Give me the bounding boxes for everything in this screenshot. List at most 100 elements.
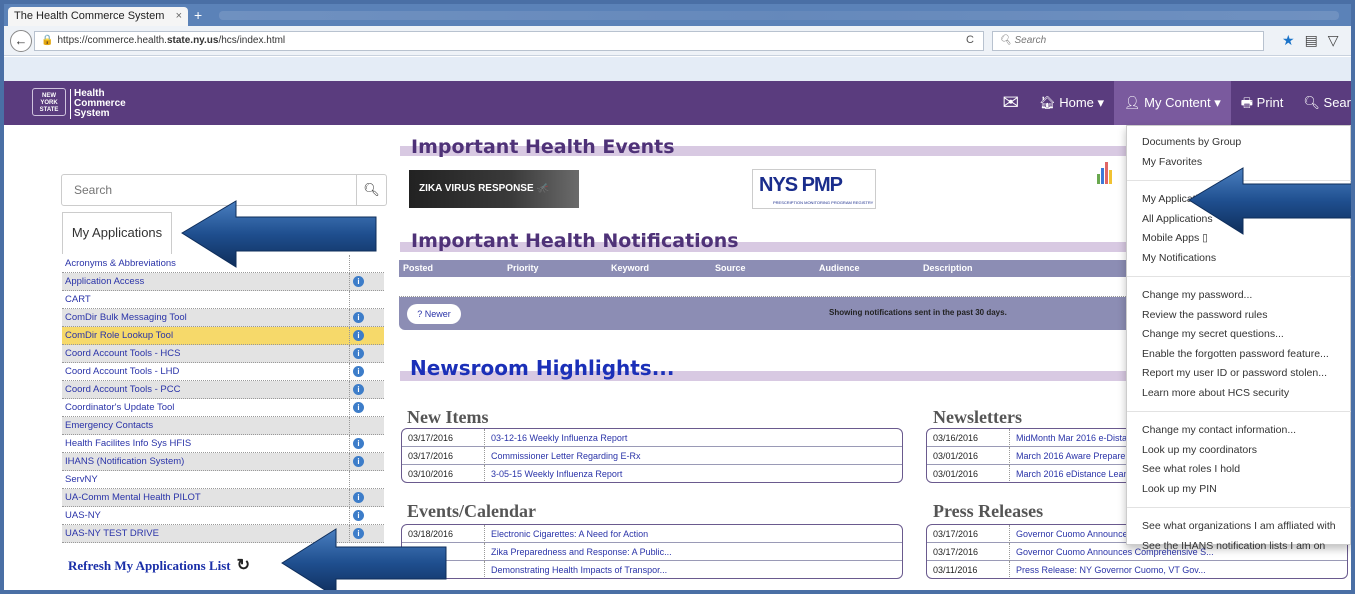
- zika-banner[interactable]: ZIKA VIRUS RESPONSE 🦟: [409, 170, 579, 208]
- app-link[interactable]: Emergency Contacts: [65, 420, 153, 431]
- app-link[interactable]: IHANS (Notification System): [65, 456, 184, 467]
- col-description[interactable]: Description: [919, 260, 1119, 277]
- nav-my-content[interactable]: 👤︎ My Content ▾: [1114, 81, 1231, 125]
- menu-item[interactable]: Look up my coordinators: [1142, 444, 1257, 456]
- app-link[interactable]: CART: [65, 294, 91, 305]
- app-link[interactable]: ComDir Role Lookup Tool: [65, 330, 173, 341]
- col-posted[interactable]: Posted: [399, 260, 503, 277]
- list-item[interactable]: Application Access i: [62, 273, 384, 291]
- back-button[interactable]: ←: [10, 30, 32, 52]
- info-icon[interactable]: i: [353, 384, 364, 395]
- app-link[interactable]: ComDir Bulk Messaging Tool: [65, 312, 187, 323]
- nav-search[interactable]: 🔍︎ Sear: [1293, 81, 1351, 125]
- row-link[interactable]: Commissioner Letter Regarding E-Rx: [484, 447, 641, 465]
- list-item[interactable]: Coordinator's Update Tool i: [62, 399, 384, 417]
- info-icon[interactable]: i: [353, 348, 364, 359]
- list-item[interactable]: CART: [62, 291, 384, 309]
- menu-item[interactable]: Change my contact information...: [1142, 424, 1296, 436]
- menu-item[interactable]: My Notifications: [1142, 252, 1216, 264]
- list-item[interactable]: ComDir Role Lookup Tool i: [62, 327, 384, 345]
- app-link[interactable]: Coord Account Tools - HCS: [65, 348, 180, 359]
- url-domain: state.ny.us: [166, 35, 219, 46]
- browser-tab[interactable]: The Health Commerce System ×: [8, 7, 188, 26]
- row-date: 03/16/2016: [933, 433, 979, 443]
- nys-pmp-banner[interactable]: NYS PMP PRESCRIPTION MONITORING PROGRAM …: [752, 169, 876, 209]
- info-icon[interactable]: i: [353, 366, 364, 377]
- app-link[interactable]: Coordinator's Update Tool: [65, 402, 174, 413]
- list-item[interactable]: Coord Account Tools - HCS i: [62, 345, 384, 363]
- info-icon[interactable]: i: [353, 402, 364, 413]
- col-keyword[interactable]: Keyword: [607, 260, 711, 277]
- list-item[interactable]: Coord Account Tools - PCC i: [62, 381, 384, 399]
- address-bar[interactable]: 🔒 https://commerce.health.state.ny.us/hcs…: [34, 31, 984, 51]
- nav-print[interactable]: 🖶 Print: [1231, 81, 1294, 125]
- app-link[interactable]: UAS-NY: [65, 510, 101, 521]
- row-link[interactable]: Demonstrating Health Impacts of Transpor…: [484, 561, 667, 578]
- app-link[interactable]: Health Facilites Info Sys HFIS: [65, 438, 191, 449]
- new-tab-button[interactable]: +: [194, 7, 202, 23]
- app-link[interactable]: UA-Comm Mental Health PILOT: [65, 492, 201, 503]
- menu-item[interactable]: Enable the forgotten password feature...: [1142, 348, 1329, 360]
- menu-item[interactable]: Change my password...: [1142, 289, 1252, 301]
- list-item[interactable]: UA-Comm Mental Health PILOT i: [62, 489, 384, 507]
- list-item[interactable]: IHANS (Notification System) i: [62, 453, 384, 471]
- list-item[interactable]: ServNY: [62, 471, 384, 489]
- refresh-applications-link[interactable]: Refresh My Applications List ↻: [68, 555, 250, 575]
- list-item[interactable]: Emergency Contacts: [62, 417, 384, 435]
- tab-close-icon[interactable]: ×: [176, 7, 182, 26]
- search-icon: 🔍︎: [999, 35, 1015, 46]
- notifications-table: Posted Priority Keyword Source Audience …: [399, 260, 1132, 330]
- chart-bar: [1105, 162, 1108, 184]
- lock-icon: 🔒: [41, 35, 54, 46]
- info-icon[interactable]: i: [353, 312, 364, 323]
- row-link[interactable]: MidMonth Mar 2016 e-Distar: [1009, 429, 1130, 447]
- app-link[interactable]: Acronyms & Abbreviations: [65, 258, 176, 269]
- browser-search-input[interactable]: 🔍︎ Search: [992, 31, 1264, 51]
- info-icon[interactable]: i: [353, 330, 364, 341]
- pocket-icon[interactable]: ▽: [1328, 32, 1339, 48]
- list-item[interactable]: Health Facilites Info Sys HFIS i: [62, 435, 384, 453]
- row-link[interactable]: Zika Preparedness and Response: A Public…: [484, 543, 672, 561]
- envelope-icon[interactable]: ✉: [992, 81, 1029, 125]
- nav-home[interactable]: 🏠︎ Home ▾: [1029, 81, 1114, 125]
- list-item[interactable]: Coord Account Tools - LHD i: [62, 363, 384, 381]
- row-link[interactable]: 03-12-16 Weekly Influenza Report: [484, 429, 627, 447]
- events-title: Important Health Events: [411, 136, 675, 158]
- col-source[interactable]: Source: [711, 260, 815, 277]
- row-link[interactable]: March 2016 Aware Prepare I: [1009, 447, 1130, 465]
- menu-item[interactable]: See what roles I hold: [1142, 463, 1240, 475]
- app-link[interactable]: UAS-NY TEST DRIVE: [65, 528, 159, 539]
- menu-item[interactable]: Learn more about HCS security: [1142, 387, 1289, 399]
- row-link[interactable]: 3-05-15 Weekly Influenza Report: [484, 465, 622, 482]
- row-link[interactable]: Press Release: NY Governor Cuomo, VT Gov…: [1009, 561, 1206, 578]
- app-link[interactable]: Application Access: [65, 276, 144, 287]
- app-link[interactable]: Coord Account Tools - LHD: [65, 366, 179, 377]
- reload-icon[interactable]: C: [966, 34, 974, 46]
- app-link[interactable]: ServNY: [65, 474, 98, 485]
- tab-my-applications[interactable]: My Applications: [62, 212, 172, 254]
- col-priority[interactable]: Priority: [503, 260, 607, 277]
- list-item[interactable]: ComDir Bulk Messaging Tool i: [62, 309, 384, 327]
- menu-item[interactable]: Documents by Group: [1142, 136, 1241, 148]
- menu-item[interactable]: Report my user ID or password stolen...: [1142, 367, 1327, 379]
- menu-item[interactable]: Look up my PIN: [1142, 483, 1217, 495]
- info-icon[interactable]: i: [353, 510, 364, 521]
- row-link[interactable]: March 2016 eDistance Learn: [1009, 465, 1132, 482]
- info-icon[interactable]: i: [353, 492, 364, 503]
- reading-list-icon[interactable]: ▤: [1305, 32, 1318, 48]
- menu-item[interactable]: Review the password rules: [1142, 309, 1267, 321]
- row-link[interactable]: Governor Cuomo Announce: [1009, 525, 1128, 543]
- col-audience[interactable]: Audience: [815, 260, 919, 277]
- menu-item[interactable]: See what organizations I am affliated wi…: [1142, 520, 1336, 532]
- app-link[interactable]: Coord Account Tools - PCC: [65, 384, 180, 395]
- star-icon[interactable]: ★: [1282, 32, 1295, 48]
- row-divider: [349, 489, 350, 507]
- row-link[interactable]: Electronic Cigarettes: A Need for Action: [484, 525, 648, 543]
- list-item[interactable]: UAS-NY i: [62, 507, 384, 525]
- info-icon[interactable]: i: [353, 456, 364, 467]
- menu-item[interactable]: See the IHANS notification lists I am on: [1142, 540, 1325, 552]
- newer-button[interactable]: ? Newer: [407, 304, 461, 324]
- info-icon[interactable]: i: [353, 438, 364, 449]
- menu-item[interactable]: Change my secret questions...: [1142, 328, 1284, 340]
- info-icon[interactable]: i: [353, 276, 364, 287]
